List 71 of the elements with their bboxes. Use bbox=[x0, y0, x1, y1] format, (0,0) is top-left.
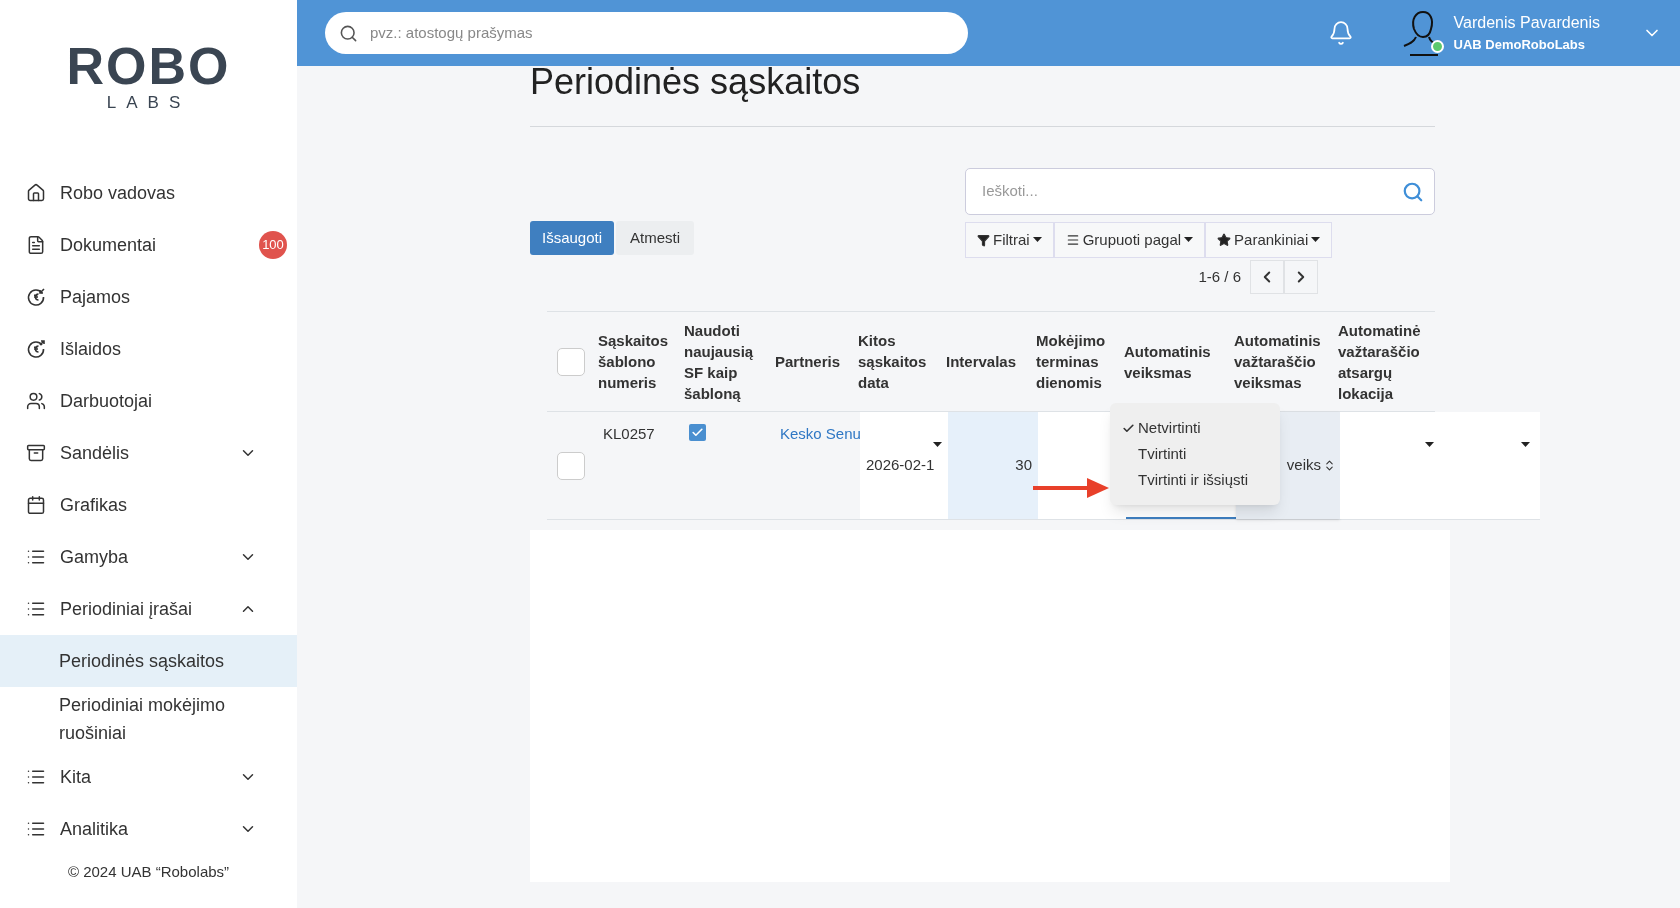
company-name: UAB DemoRoboLabs bbox=[1453, 36, 1586, 55]
star-icon bbox=[1217, 233, 1232, 247]
sidebar-item[interactable]: Išlaidos bbox=[0, 323, 297, 375]
sidebar-item[interactable]: Kita bbox=[0, 751, 297, 803]
caret-icon bbox=[1425, 442, 1434, 448]
caret-icon bbox=[1521, 442, 1530, 448]
save-button[interactable]: Išsaugoti bbox=[530, 221, 615, 255]
sidebar-item[interactable]: Analitika bbox=[0, 803, 297, 855]
bell-icon[interactable] bbox=[1327, 20, 1354, 46]
previous-page-button[interactable] bbox=[1250, 260, 1284, 294]
column-header[interactable]: Partneris bbox=[772, 351, 855, 372]
caret-icon bbox=[933, 442, 942, 448]
list-icon bbox=[26, 767, 46, 787]
interval-field[interactable]: 30 bbox=[948, 412, 1038, 519]
copyright: © 2024 UAB “Robolabs” bbox=[66, 862, 231, 882]
sidebar-subitem[interactable]: Periodinės sąskaitos bbox=[0, 635, 297, 687]
next-page-button[interactable] bbox=[1284, 260, 1318, 294]
document-icon bbox=[26, 235, 46, 255]
page-title: Periodinės sąskaitos bbox=[530, 62, 862, 102]
archive-icon bbox=[26, 443, 46, 463]
sidebar-item[interactable]: Darbuotojai bbox=[0, 375, 297, 427]
caret-icon bbox=[1311, 237, 1321, 243]
sidebar-item[interactable]: Dokumentai 100 bbox=[0, 219, 297, 271]
checkbox[interactable] bbox=[689, 424, 706, 441]
column-header[interactable]: Automatinė važtaraščio atsargų lokacija bbox=[1335, 319, 1435, 404]
caret-icon bbox=[1184, 237, 1194, 243]
pager-text: 1-6 / 6 bbox=[1198, 266, 1241, 287]
sidebar-item[interactable]: Pajamos bbox=[0, 271, 297, 323]
logo: ROBO LABS bbox=[66, 42, 231, 114]
column-header[interactable]: Kitos sąskaitos data bbox=[855, 330, 943, 393]
search-icon[interactable] bbox=[1402, 180, 1424, 203]
home-icon bbox=[26, 183, 46, 203]
count-badge: 100 bbox=[259, 231, 287, 259]
column-header[interactable]: Mokėjimo terminas dienomis bbox=[1033, 330, 1121, 393]
column-header[interactable]: Intervalas bbox=[943, 351, 1033, 372]
sidebar-item[interactable]: Periodiniai įrašai bbox=[0, 583, 297, 635]
sidebar-subitem[interactable]: Periodiniai mokėjimo ruošiniai bbox=[0, 687, 297, 751]
group-by-button[interactable]: Grupuoti pagal bbox=[1053, 222, 1206, 258]
check-icon bbox=[691, 426, 704, 439]
select-field[interactable] bbox=[1440, 412, 1540, 519]
sidebar-item[interactable]: Sandėlis bbox=[0, 427, 297, 479]
filter-icon bbox=[977, 233, 990, 247]
table-cell: KL0257 bbox=[603, 425, 655, 442]
circular-arrow-icon bbox=[26, 287, 46, 307]
column-header[interactable]: Sąskaitos šablono numeris bbox=[595, 330, 681, 393]
filter-button[interactable]: Filtrai bbox=[965, 222, 1054, 258]
select-all-checkbox[interactable] bbox=[557, 347, 585, 376]
list-icon bbox=[26, 547, 46, 567]
discard-button[interactable]: Atmesti bbox=[616, 221, 695, 255]
column-header[interactable]: Naudoti naujausią SF kaip šabloną bbox=[681, 319, 772, 404]
partner-link[interactable]: Kesko Senu bbox=[780, 425, 861, 442]
calendar-icon bbox=[26, 495, 46, 515]
search-icon bbox=[339, 23, 358, 43]
date-field[interactable]: 2026-02-1 bbox=[860, 412, 948, 519]
sidebar-item[interactable]: Grafikas bbox=[0, 479, 297, 531]
menu-icon bbox=[1065, 233, 1080, 247]
list-icon bbox=[26, 819, 46, 839]
caret-icon bbox=[1032, 237, 1042, 243]
sidebar-item[interactable]: Gamyba bbox=[0, 531, 297, 583]
search-field[interactable]: pvz.: atostogų prašymas bbox=[325, 12, 968, 54]
sidebar-item[interactable]: Robo vadovas bbox=[0, 167, 297, 219]
column-header[interactable]: Automatinis veiksmas bbox=[1121, 340, 1231, 383]
up-down-icon bbox=[1323, 459, 1336, 472]
favorites-button[interactable]: Parankiniai bbox=[1205, 222, 1333, 258]
row-checkbox[interactable] bbox=[557, 451, 585, 480]
user-name: Vardenis Pavardenis bbox=[1453, 13, 1600, 34]
circular-arrow-icon bbox=[26, 339, 46, 359]
column-header[interactable]: Automatinis važtaraščio veiksmas bbox=[1231, 330, 1335, 393]
user-avatar[interactable] bbox=[1401, 9, 1442, 57]
people-icon bbox=[26, 391, 46, 411]
list-icon bbox=[26, 599, 46, 619]
